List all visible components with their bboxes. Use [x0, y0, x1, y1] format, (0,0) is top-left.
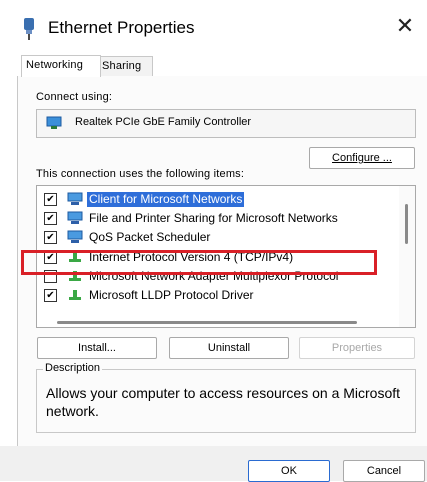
- connect-using-label: Connect using:: [36, 91, 113, 103]
- tab-networking[interactable]: Networking: [21, 55, 101, 77]
- item-label: Microsoft LLDP Protocol Driver: [89, 288, 254, 302]
- list-item[interactable]: ✔ Client for Microsoft Networks: [37, 190, 397, 209]
- ok-button[interactable]: OK: [248, 460, 330, 482]
- dialog-footer: OK Cancel: [0, 446, 427, 482]
- item-label: QoS Packet Scheduler: [89, 230, 211, 244]
- protocol-icon: [69, 271, 81, 281]
- protocol-icon: [69, 252, 81, 262]
- tab-bar: Networking Sharing: [17, 55, 427, 77]
- qos-scheduler-icon: [67, 230, 83, 243]
- item-checkbox[interactable]: ✔: [44, 193, 57, 206]
- list-item[interactable]: ✔ File and Printer Sharing for Microsoft…: [37, 209, 397, 228]
- network-client-icon: [67, 192, 83, 205]
- description-text: Allows your computer to access resources…: [46, 385, 401, 419]
- scrollbar-thumb[interactable]: [405, 204, 408, 244]
- item-checkbox[interactable]: ✔: [44, 212, 57, 225]
- tab-sharing[interactable]: Sharing: [97, 56, 153, 76]
- network-adapter-icon: [46, 116, 62, 129]
- item-label: Microsoft Network Adapter Multiplexor Pr…: [89, 269, 339, 283]
- list-item[interactable]: Microsoft Network Adapter Multiplexor Pr…: [37, 267, 397, 286]
- cancel-button[interactable]: Cancel: [343, 460, 425, 482]
- description-legend: Description: [43, 362, 103, 374]
- networking-panel: Connect using: Realtek PCIe GbE Family C…: [17, 76, 427, 446]
- list-item[interactable]: ✔ QoS Packet Scheduler: [37, 228, 397, 247]
- list-item[interactable]: ✔ Microsoft LLDP Protocol Driver: [37, 286, 397, 305]
- items-label: This connection uses the following items…: [36, 168, 245, 180]
- uninstall-button[interactable]: Uninstall: [169, 337, 289, 359]
- item-label: File and Printer Sharing for Microsoft N…: [89, 211, 338, 225]
- file-printer-sharing-icon: [67, 211, 83, 224]
- vertical-scrollbar[interactable]: [399, 186, 415, 327]
- item-label: Internet Protocol Version 4 (TCP/IPv4): [89, 250, 294, 264]
- properties-button[interactable]: Properties: [299, 337, 415, 359]
- item-checkbox[interactable]: ✔: [44, 251, 57, 264]
- window-title: Ethernet Properties: [48, 18, 195, 37]
- adapter-name: Realtek PCIe GbE Family Controller: [75, 116, 252, 128]
- item-checkbox[interactable]: ✔: [44, 289, 57, 302]
- configure-button[interactable]: Configure ...: [309, 147, 415, 169]
- ethernet-icon: [24, 18, 34, 40]
- horizontal-scrollbar-thumb[interactable]: [57, 321, 357, 324]
- install-button[interactable]: Install...: [37, 337, 157, 359]
- list-item[interactable]: ✔ Internet Protocol Version 4 (TCP/IPv4): [37, 248, 397, 267]
- items-listbox[interactable]: ✔ Client for Microsoft Networks ✔ File a…: [36, 185, 416, 328]
- item-checkbox[interactable]: ✔: [44, 231, 57, 244]
- title-bar: Ethernet Properties ✕: [0, 0, 427, 52]
- item-checkbox[interactable]: [44, 270, 57, 283]
- description-group: Description Allows your computer to acce…: [36, 362, 416, 433]
- close-icon[interactable]: ✕: [395, 15, 415, 37]
- item-label: Client for Microsoft Networks: [87, 192, 245, 207]
- protocol-icon: [69, 290, 81, 300]
- adapter-box: Realtek PCIe GbE Family Controller: [36, 109, 416, 138]
